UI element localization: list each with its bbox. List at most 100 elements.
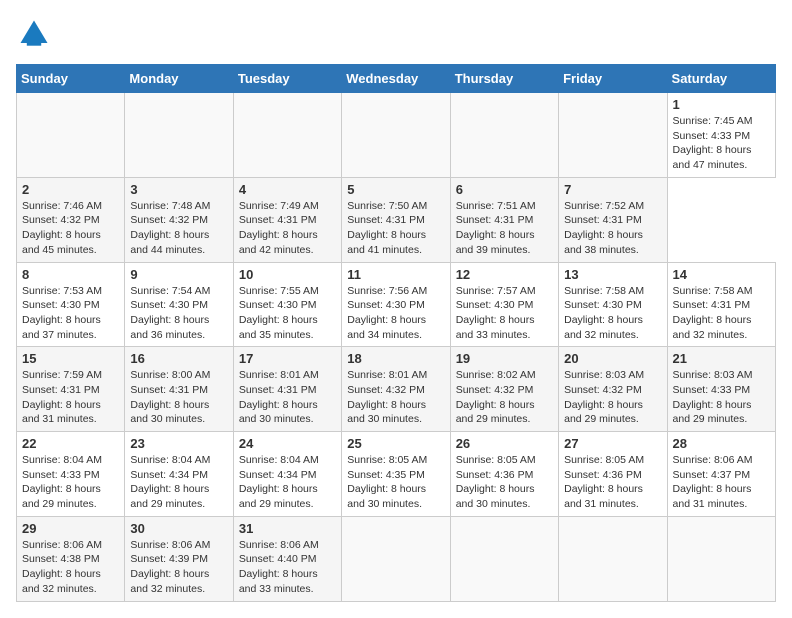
day-cell: 16 Sunrise: 8:00 AMSunset: 4:31 PMDayligh… bbox=[125, 347, 233, 432]
day-info: Sunrise: 8:05 AMSunset: 4:35 PMDaylight:… bbox=[347, 453, 444, 512]
day-cell: 31 Sunrise: 8:06 AMSunset: 4:40 PMDayligh… bbox=[233, 516, 341, 601]
col-header-saturday: Saturday bbox=[667, 65, 775, 93]
day-info: Sunrise: 8:02 AMSunset: 4:32 PMDaylight:… bbox=[456, 368, 553, 427]
empty-day-cell bbox=[559, 93, 667, 178]
day-number: 17 bbox=[239, 351, 336, 366]
col-header-thursday: Thursday bbox=[450, 65, 558, 93]
day-cell: 23Sunrise: 8:04 AMSunset: 4:34 PMDayligh… bbox=[125, 432, 233, 517]
day-info: Sunrise: 8:01 AMSunset: 4:32 PMDaylight:… bbox=[347, 368, 444, 427]
day-cell: 3 Sunrise: 7:48 AMSunset: 4:32 PMDaylight… bbox=[125, 177, 233, 262]
day-cell: 11Sunrise: 7:56 AMSunset: 4:30 PMDayligh… bbox=[342, 262, 450, 347]
logo-icon bbox=[16, 16, 52, 52]
day-info: Sunrise: 7:58 AMSunset: 4:30 PMDaylight:… bbox=[564, 284, 661, 343]
calendar-week-row: 22 Sunrise: 8:04 AMSunset: 4:33 PMDayligh… bbox=[17, 432, 776, 517]
day-cell: 6 Sunrise: 7:51 AMSunset: 4:31 PMDaylight… bbox=[450, 177, 558, 262]
calendar-week-row: 15 Sunrise: 7:59 AMSunset: 4:31 PMDayligh… bbox=[17, 347, 776, 432]
day-number: 22 bbox=[22, 436, 119, 451]
day-info: Sunrise: 8:06 AMSunset: 4:37 PMDaylight:… bbox=[673, 453, 770, 512]
empty-day-cell bbox=[17, 93, 125, 178]
day-cell: 19 Sunrise: 8:02 AMSunset: 4:32 PMDayligh… bbox=[450, 347, 558, 432]
day-cell: 17 Sunrise: 8:01 AMSunset: 4:31 PMDayligh… bbox=[233, 347, 341, 432]
day-info: Sunrise: 7:45 AMSunset: 4:33 PMDaylight:… bbox=[673, 114, 770, 173]
day-number: 18 bbox=[347, 351, 444, 366]
day-number: 19 bbox=[456, 351, 553, 366]
empty-day-cell bbox=[125, 93, 233, 178]
day-cell: 5Sunrise: 7:50 AMSunset: 4:31 PMDaylight… bbox=[342, 177, 450, 262]
day-info: Sunrise: 7:48 AMSunset: 4:32 PMDaylight:… bbox=[130, 199, 227, 258]
day-number: 7 bbox=[564, 182, 661, 197]
day-cell: 7 Sunrise: 7:52 AMSunset: 4:31 PMDaylight… bbox=[559, 177, 667, 262]
day-cell: 21Sunrise: 8:03 AMSunset: 4:33 PMDayligh… bbox=[667, 347, 775, 432]
calendar-table: SundayMondayTuesdayWednesdayThursdayFrid… bbox=[16, 64, 776, 602]
calendar-week-row: 29 Sunrise: 8:06 AMSunset: 4:38 PMDayligh… bbox=[17, 516, 776, 601]
day-info: Sunrise: 8:05 AMSunset: 4:36 PMDaylight:… bbox=[564, 453, 661, 512]
day-cell: 15 Sunrise: 7:59 AMSunset: 4:31 PMDayligh… bbox=[17, 347, 125, 432]
empty-day-cell bbox=[342, 93, 450, 178]
day-info: Sunrise: 7:59 AMSunset: 4:31 PMDaylight:… bbox=[22, 368, 119, 427]
day-cell: 27 Sunrise: 8:05 AMSunset: 4:36 PMDayligh… bbox=[559, 432, 667, 517]
day-info: Sunrise: 8:03 AMSunset: 4:33 PMDaylight:… bbox=[673, 368, 770, 427]
day-cell: 12 Sunrise: 7:57 AMSunset: 4:30 PMDayligh… bbox=[450, 262, 558, 347]
day-number: 3 bbox=[130, 182, 227, 197]
empty-day-cell bbox=[342, 516, 450, 601]
day-number: 2 bbox=[22, 182, 119, 197]
empty-day-cell bbox=[450, 516, 558, 601]
day-number: 16 bbox=[130, 351, 227, 366]
day-info: Sunrise: 8:06 AMSunset: 4:39 PMDaylight:… bbox=[130, 538, 227, 597]
day-info: Sunrise: 7:55 AMSunset: 4:30 PMDaylight:… bbox=[239, 284, 336, 343]
day-number: 12 bbox=[456, 267, 553, 282]
day-cell: 10 Sunrise: 7:55 AMSunset: 4:30 PMDayligh… bbox=[233, 262, 341, 347]
day-cell: 30 Sunrise: 8:06 AMSunset: 4:39 PMDayligh… bbox=[125, 516, 233, 601]
day-cell: 24Sunrise: 8:04 AMSunset: 4:34 PMDayligh… bbox=[233, 432, 341, 517]
day-cell: 8Sunrise: 7:53 AMSunset: 4:30 PMDaylight… bbox=[17, 262, 125, 347]
day-info: Sunrise: 8:05 AMSunset: 4:36 PMDaylight:… bbox=[456, 453, 553, 512]
day-number: 10 bbox=[239, 267, 336, 282]
day-number: 29 bbox=[22, 521, 119, 536]
day-info: Sunrise: 8:04 AMSunset: 4:33 PMDaylight:… bbox=[22, 453, 119, 512]
col-header-tuesday: Tuesday bbox=[233, 65, 341, 93]
empty-day-cell bbox=[233, 93, 341, 178]
day-info: Sunrise: 7:51 AMSunset: 4:31 PMDaylight:… bbox=[456, 199, 553, 258]
page-header bbox=[16, 16, 776, 52]
day-number: 6 bbox=[456, 182, 553, 197]
day-info: Sunrise: 7:52 AMSunset: 4:31 PMDaylight:… bbox=[564, 199, 661, 258]
day-cell: 13 Sunrise: 7:58 AMSunset: 4:30 PMDayligh… bbox=[559, 262, 667, 347]
col-header-sunday: Sunday bbox=[17, 65, 125, 93]
day-cell: 14Sunrise: 7:58 AMSunset: 4:31 PMDayligh… bbox=[667, 262, 775, 347]
day-cell: 22 Sunrise: 8:04 AMSunset: 4:33 PMDayligh… bbox=[17, 432, 125, 517]
day-cell: 25 Sunrise: 8:05 AMSunset: 4:35 PMDayligh… bbox=[342, 432, 450, 517]
day-number: 24 bbox=[239, 436, 336, 451]
day-number: 8 bbox=[22, 267, 119, 282]
logo bbox=[16, 16, 56, 52]
col-header-wednesday: Wednesday bbox=[342, 65, 450, 93]
day-cell: 4 Sunrise: 7:49 AMSunset: 4:31 PMDaylight… bbox=[233, 177, 341, 262]
day-cell: 20 Sunrise: 8:03 AMSunset: 4:32 PMDayligh… bbox=[559, 347, 667, 432]
day-info: Sunrise: 8:06 AMSunset: 4:40 PMDaylight:… bbox=[239, 538, 336, 597]
empty-day-cell bbox=[450, 93, 558, 178]
day-number: 1 bbox=[673, 97, 770, 112]
day-info: Sunrise: 8:01 AMSunset: 4:31 PMDaylight:… bbox=[239, 368, 336, 427]
day-number: 15 bbox=[22, 351, 119, 366]
day-info: Sunrise: 7:46 AMSunset: 4:32 PMDaylight:… bbox=[22, 199, 119, 258]
day-info: Sunrise: 8:00 AMSunset: 4:31 PMDaylight:… bbox=[130, 368, 227, 427]
day-number: 25 bbox=[347, 436, 444, 451]
col-header-friday: Friday bbox=[559, 65, 667, 93]
day-number: 11 bbox=[347, 267, 444, 282]
empty-day-cell bbox=[667, 516, 775, 601]
day-number: 27 bbox=[564, 436, 661, 451]
day-cell: 28Sunrise: 8:06 AMSunset: 4:37 PMDayligh… bbox=[667, 432, 775, 517]
day-info: Sunrise: 7:49 AMSunset: 4:31 PMDaylight:… bbox=[239, 199, 336, 258]
day-cell: 1 Sunrise: 7:45 AMSunset: 4:33 PMDaylight… bbox=[667, 93, 775, 178]
day-number: 4 bbox=[239, 182, 336, 197]
day-info: Sunrise: 8:03 AMSunset: 4:32 PMDaylight:… bbox=[564, 368, 661, 427]
day-number: 31 bbox=[239, 521, 336, 536]
day-number: 20 bbox=[564, 351, 661, 366]
day-number: 5 bbox=[347, 182, 444, 197]
day-number: 14 bbox=[673, 267, 770, 282]
calendar-week-row: 1 Sunrise: 7:45 AMSunset: 4:33 PMDaylight… bbox=[17, 93, 776, 178]
day-number: 13 bbox=[564, 267, 661, 282]
col-header-monday: Monday bbox=[125, 65, 233, 93]
day-info: Sunrise: 7:57 AMSunset: 4:30 PMDaylight:… bbox=[456, 284, 553, 343]
day-info: Sunrise: 8:06 AMSunset: 4:38 PMDaylight:… bbox=[22, 538, 119, 597]
day-number: 30 bbox=[130, 521, 227, 536]
